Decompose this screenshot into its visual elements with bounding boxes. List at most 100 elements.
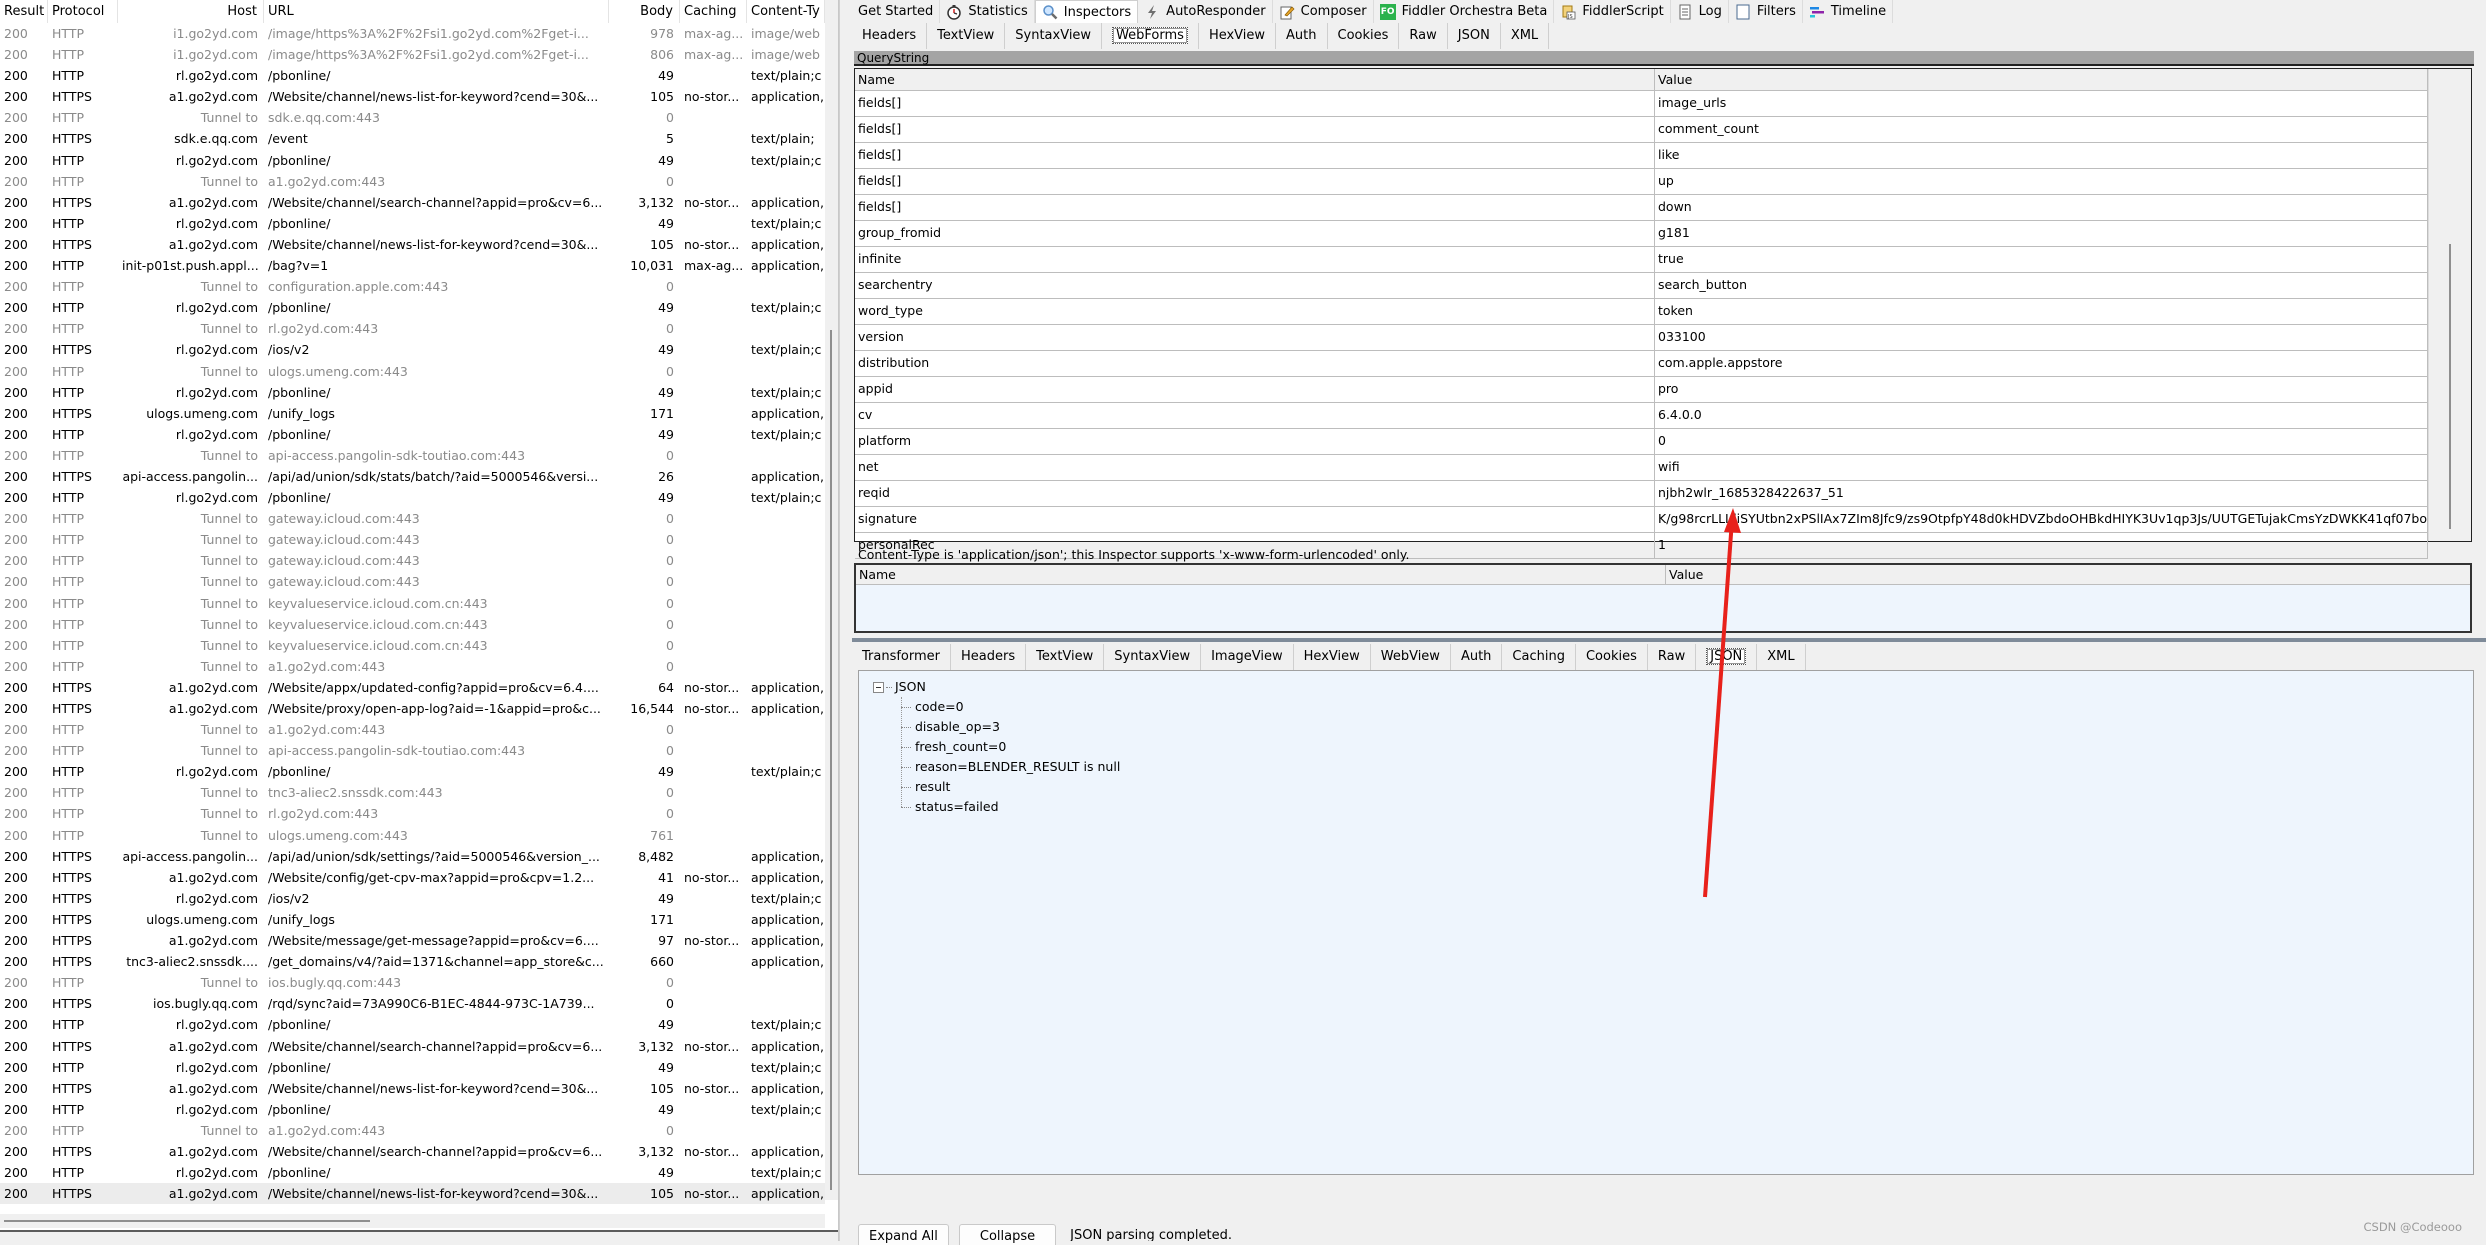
json-tree-node[interactable]: result	[901, 777, 1120, 797]
column-header-name[interactable]: Name	[855, 69, 1655, 90]
json-tree-node[interactable]: disable_op=3	[901, 717, 1120, 737]
session-row[interactable]: 200 HTTPS a1.go2yd.com/Website/channel/new…	[0, 86, 825, 107]
session-row[interactable]: 200 HTTP Tunnel to gateway.icloud.com:443 0	[0, 550, 825, 571]
querystring-row[interactable]: fields[] up	[855, 169, 2428, 195]
response-tab-json[interactable]: JSON	[1696, 644, 1758, 670]
session-row[interactable]: 200 HTTPS a1.go2yd.com/Website/channel/sea…	[0, 192, 825, 213]
querystring-row[interactable]: platform 0	[855, 429, 2428, 455]
session-row[interactable]: 200 HTTP rl.go2yd.com/pbonline/49 text/plai…	[0, 1057, 825, 1078]
tab-statistics[interactable]: Statistics	[940, 0, 1035, 23]
tab-get-started[interactable]: Get Started	[852, 0, 941, 23]
querystring-row[interactable]: infinite true	[855, 247, 2428, 273]
tab-filters[interactable]: Filters	[1729, 0, 1803, 23]
response-tab-raw[interactable]: Raw	[1648, 644, 1697, 670]
querystring-row[interactable]: appid pro	[855, 377, 2428, 403]
session-row[interactable]: 200 HTTPS a1.go2yd.com/Website/appx/update…	[0, 677, 825, 698]
json-tree-node[interactable]: reason=BLENDER_RESULT is null	[901, 757, 1120, 777]
session-row[interactable]: 200 HTTP Tunnel to a1.go2yd.com:443 0	[0, 656, 825, 677]
tab-inspectors[interactable]: Inspectors	[1034, 0, 1139, 23]
session-row[interactable]: 200 HTTP Tunnel to rl.go2yd.com:443 0	[0, 318, 825, 339]
querystring-row[interactable]: fields[] down	[855, 195, 2428, 221]
session-row[interactable]: 200 HTTPS a1.go2yd.com/Website/channel/sea…	[0, 1036, 825, 1057]
response-tab-textview[interactable]: TextView	[1026, 644, 1105, 670]
column-header-url[interactable]: URL	[264, 0, 609, 23]
request-tab-headers[interactable]: Headers	[852, 23, 928, 49]
request-tab-json[interactable]: JSON	[1448, 23, 1501, 49]
scrollbar-thumb[interactable]	[4, 1220, 370, 1222]
session-row[interactable]: 200 HTTPS api-access.pangolin... /api/ad/un…	[0, 466, 825, 487]
session-row[interactable]: 200 HTTPS a1.go2yd.com/Website/channel/new…	[0, 1183, 825, 1205]
session-row[interactable]: 200 HTTP Tunnel to keyvalueservice.icloud.c…	[0, 593, 825, 614]
expand-all-button[interactable]: Expand All	[858, 1224, 949, 1245]
session-row[interactable]: 200 HTTP Tunnel to tnc3-aliec2.snssdk.com:4…	[0, 782, 825, 803]
column-header-protocol[interactable]: Protocol	[48, 0, 118, 23]
response-tab-xml[interactable]: XML	[1757, 644, 1806, 670]
session-row[interactable]: 200 HTTP Tunnel to keyvalueservice.icloud.c…	[0, 635, 825, 656]
request-tab-webforms[interactable]: WebForms	[1102, 23, 1199, 49]
session-row[interactable]: 200 HTTP init-p01st.push.appl... /bag?v=1 10…	[0, 255, 825, 276]
querystring-row[interactable]: searchentry search_button	[855, 273, 2428, 299]
response-tab-auth[interactable]: Auth	[1451, 644, 1503, 670]
session-row[interactable]: 200 HTTP rl.go2yd.com/pbonline/49 text/plai…	[0, 761, 825, 782]
session-row[interactable]: 200 HTTP Tunnel to keyvalueservice.icloud.c…	[0, 614, 825, 635]
querystring-row[interactable]: signature K/g98rcrLLIdiSYUtbn2xPSlIAx7ZIm…	[855, 507, 2428, 533]
response-tab-webview[interactable]: WebView	[1371, 644, 1451, 670]
response-tab-transformer[interactable]: Transformer	[852, 644, 952, 670]
response-tab-imageview[interactable]: ImageView	[1201, 644, 1294, 670]
session-row[interactable]: 200 HTTP Tunnel to configuration.apple.com:…	[0, 276, 825, 297]
response-tab-syntaxview[interactable]: SyntaxView	[1104, 644, 1202, 670]
session-row[interactable]: 200 HTTPS ios.bugly.qq.com/rqd/sync?aid=73…	[0, 993, 825, 1014]
tab-autoresponder[interactable]: AutoResponder	[1138, 0, 1273, 23]
column-header-caching[interactable]: Caching	[680, 0, 747, 23]
scrollbar-thumb[interactable]	[2449, 244, 2451, 529]
session-row[interactable]: 200 HTTPS a1.go2yd.com/Website/proxy/open-…	[0, 698, 825, 719]
session-row[interactable]: 200 HTTP rl.go2yd.com/pbonline/49 text/plai…	[0, 297, 825, 318]
querystring-row[interactable]: word_type token	[855, 299, 2428, 325]
session-row[interactable]: 200 HTTPS rl.go2yd.com/ios/v2 49 text/plain;…	[0, 339, 825, 360]
column-header-name[interactable]: Name	[856, 565, 1666, 584]
session-row[interactable]: 200 HTTP rl.go2yd.com/pbonline/49 text/plai…	[0, 65, 825, 86]
response-tab-cookies[interactable]: Cookies	[1576, 644, 1648, 670]
request-response-splitter[interactable]	[852, 638, 2486, 642]
session-list-horizontal-scrollbar[interactable]	[0, 1214, 825, 1228]
tab-timeline[interactable]: Timeline	[1803, 0, 1894, 23]
session-row[interactable]: 200 HTTP Tunnel to a1.go2yd.com:443 0	[0, 171, 825, 192]
request-tab-auth[interactable]: Auth	[1276, 23, 1328, 49]
session-row[interactable]: 200 HTTP Tunnel to gateway.icloud.com:443 0	[0, 508, 825, 529]
querystring-row[interactable]: cv 6.4.0.0	[855, 403, 2428, 429]
session-row[interactable]: 200 HTTP i1.go2yd.com/image/https%3A%2F%2F…	[0, 23, 825, 44]
querystring-row[interactable]: fields[] like	[855, 143, 2428, 169]
session-row[interactable]: 200 HTTP rl.go2yd.com/pbonline/49 text/plai…	[0, 1162, 825, 1183]
session-row[interactable]: 200 HTTP Tunnel to gateway.icloud.com:443 0	[0, 529, 825, 550]
session-row[interactable]: 200 HTTP Tunnel to ulogs.umeng.com:443 761	[0, 825, 825, 846]
session-row[interactable]: 200 HTTP rl.go2yd.com/pbonline/49 text/plai…	[0, 1014, 825, 1035]
querystring-row[interactable]: fields[] image_urls	[855, 91, 2428, 117]
session-row[interactable]: 200 HTTP Tunnel to ios.bugly.qq.com:443 0	[0, 972, 825, 993]
session-list-vertical-scrollbar[interactable]	[825, 0, 838, 1200]
column-header-value[interactable]: Value	[1655, 69, 2428, 90]
json-tree-node[interactable]: fresh_count=0	[901, 737, 1120, 757]
session-row[interactable]: 200 HTTP Tunnel to api-access.pangolin-sdk-…	[0, 445, 825, 466]
session-row[interactable]: 200 HTTPS api-access.pangolin... /api/ad/un…	[0, 846, 825, 867]
tab-log[interactable]: Log	[1671, 0, 1729, 23]
session-row[interactable]: 200 HTTP rl.go2yd.com/pbonline/49 text/plai…	[0, 150, 825, 171]
response-tab-headers[interactable]: Headers	[951, 644, 1027, 670]
querystring-row[interactable]: version 033100	[855, 325, 2428, 351]
session-row[interactable]: 200 HTTP rl.go2yd.com/pbonline/49 text/plai…	[0, 382, 825, 403]
session-row[interactable]: 200 HTTPS a1.go2yd.com/Website/channel/sea…	[0, 1141, 825, 1162]
querystring-row[interactable]: reqid njbh2wlr_1685328422637_51	[855, 481, 2428, 507]
session-row[interactable]: 200 HTTPS rl.go2yd.com/ios/v2 49 text/plain;…	[0, 888, 825, 909]
querystring-vertical-scrollbar[interactable]	[2428, 69, 2471, 541]
session-row[interactable]: 200 HTTP rl.go2yd.com/pbonline/49 text/plai…	[0, 487, 825, 508]
response-tab-caching[interactable]: Caching	[1502, 644, 1576, 670]
collapse-toggle-icon[interactable]	[873, 681, 884, 693]
request-tab-hexview[interactable]: HexView	[1199, 23, 1277, 49]
session-row[interactable]: 200 HTTP Tunnel to api-access.pangolin-sdk-…	[0, 740, 825, 761]
session-row[interactable]: 200 HTTP Tunnel to rl.go2yd.com:443 0	[0, 803, 825, 824]
request-tab-raw[interactable]: Raw	[1399, 23, 1448, 49]
querystring-row[interactable]: distribution com.apple.appstore	[855, 351, 2428, 377]
querystring-row[interactable]: fields[] comment_count	[855, 117, 2428, 143]
column-header-result[interactable]: Result	[0, 0, 48, 23]
session-row[interactable]: 200 HTTP Tunnel to a1.go2yd.com:443 0	[0, 1120, 825, 1141]
session-row[interactable]: 200 HTTPS sdk.e.qq.com/event 5 text/plain;	[0, 128, 825, 149]
